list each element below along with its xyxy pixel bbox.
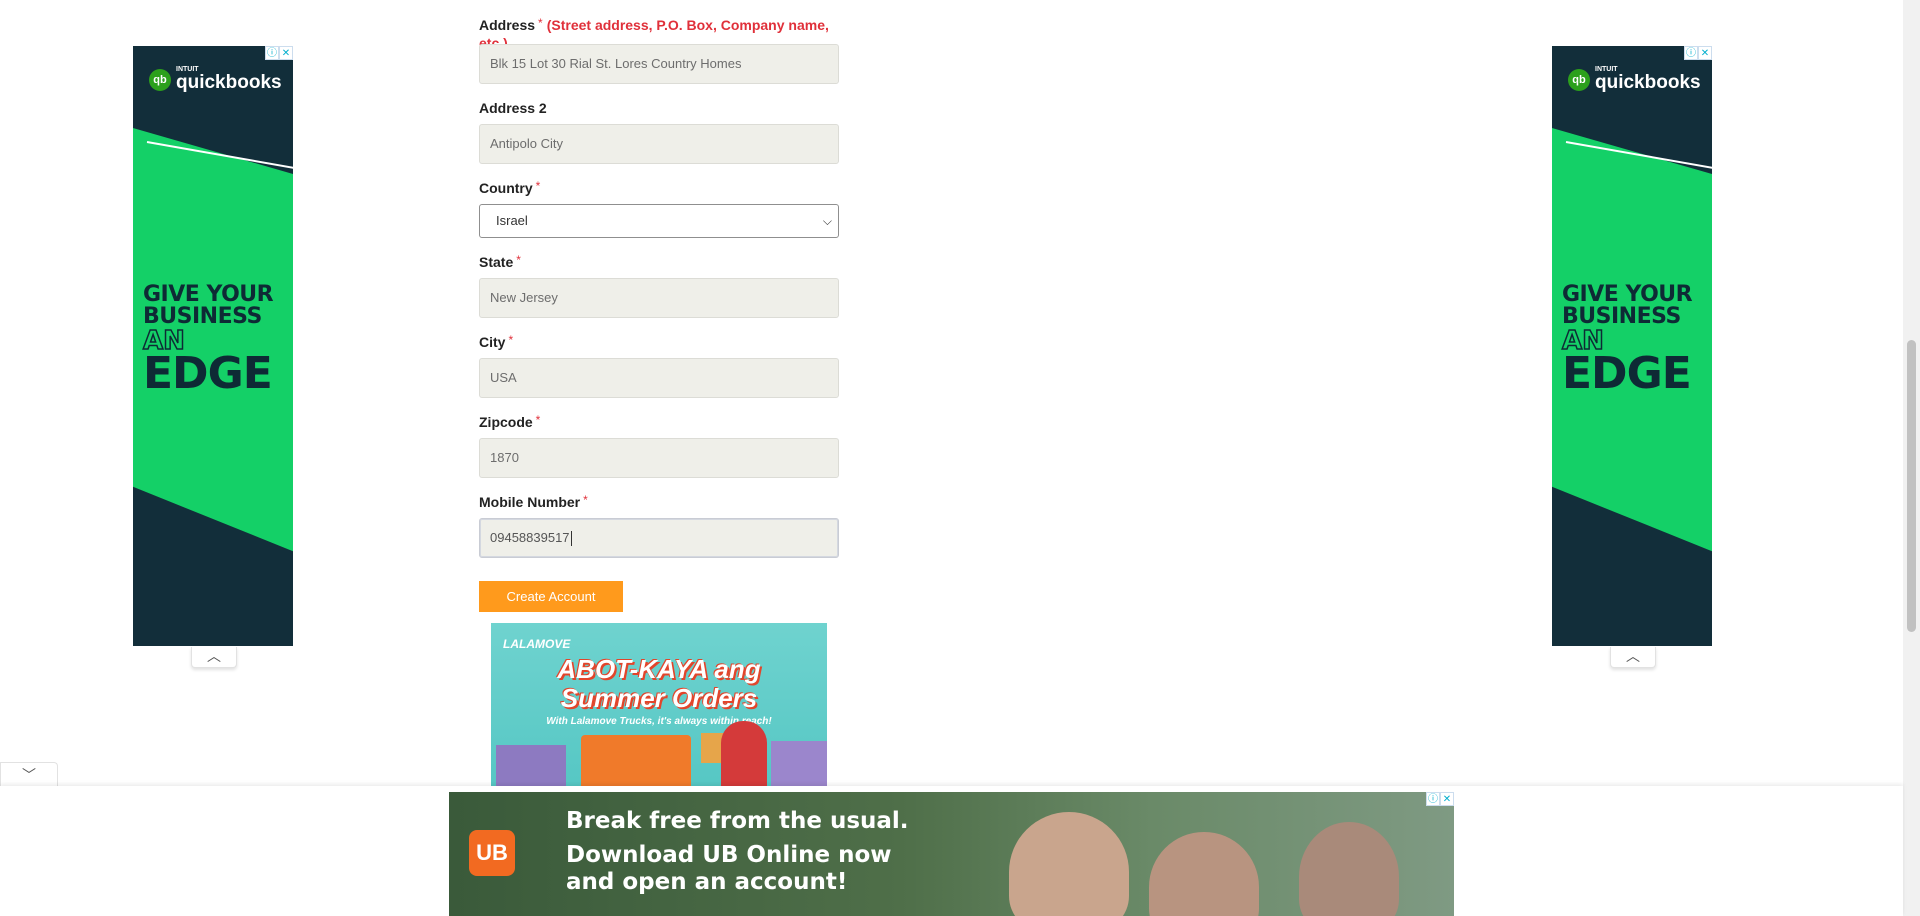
quickbooks-logo-icon: qb (1568, 68, 1590, 91)
quickbooks-brand: quickbooks (1595, 72, 1701, 93)
country-label: Country (479, 180, 533, 196)
ub-logo: UB (469, 830, 515, 876)
required-mark: * (583, 493, 588, 507)
page: qb INTUIT quickbooks GIVE YOUR BUSINESS … (0, 0, 1920, 916)
ub-ad-line1: Break free from the usual. (566, 808, 909, 834)
person-illustration (1009, 812, 1129, 916)
quickbooks-brand: quickbooks (176, 72, 282, 93)
city-field-group: City * (479, 333, 839, 352)
ad-close-icon[interactable]: ✕ (1440, 792, 1454, 806)
lalamove-logo: LALAMOVE (503, 637, 571, 651)
required-mark: * (508, 333, 514, 347)
quickbooks-side-ad-right[interactable]: qb INTUIT quickbooks GIVE YOUR BUSINESS … (1552, 46, 1712, 646)
person-illustration (721, 721, 767, 786)
mobile-number-input[interactable]: 09458839517 (479, 518, 839, 558)
ad-copy-line1: GIVE YOUR (143, 282, 274, 307)
country-field-group: Country * (479, 179, 839, 198)
country-select[interactable]: Israel ⌵ (479, 204, 839, 238)
ad-copy-line1: GIVE YOUR (1562, 282, 1693, 307)
zipcode-label: Zipcode (479, 414, 533, 430)
ad-copy-line2: BUSINESS (1562, 304, 1681, 329)
mobile-number-value: 09458839517 (490, 530, 570, 545)
chevron-down-icon: ⌵ (822, 214, 832, 228)
zipcode-input[interactable]: 1870 (479, 438, 839, 478)
lalamove-headline-2: Summer Orders (560, 683, 758, 713)
ub-ad-line2: Download UB Online now (566, 842, 892, 868)
text-caret (570, 531, 572, 547)
ub-ad-line3: and open an account! (566, 869, 848, 895)
required-mark: * (538, 16, 543, 30)
ad-copy: GIVE YOUR BUSINESS AN EDGE (142, 282, 274, 399)
quickbooks-logo: qb INTUIT quickbooks (1568, 66, 1701, 93)
address2-label: Address 2 (479, 100, 547, 116)
required-mark: * (535, 413, 541, 427)
city-input[interactable]: USA (479, 358, 839, 398)
person-illustration (1299, 822, 1399, 916)
scrollbar-thumb[interactable] (1907, 340, 1916, 632)
quickbooks-logo: qb INTUIT quickbooks (149, 66, 282, 93)
ad-copy-line4: EDGE (1562, 348, 1692, 399)
chevron-up-icon: ︿ (207, 648, 221, 664)
right-ad-collapse-button[interactable]: ︿ (1610, 647, 1656, 668)
ad-close-icon[interactable]: ✕ (279, 46, 293, 60)
country-selected-value: Israel (496, 213, 528, 228)
page-scrollbar[interactable] (1903, 0, 1920, 916)
address-input[interactable]: Blk 15 Lot 30 Rial St. Lores Country Hom… (479, 44, 839, 84)
city-label: City (479, 334, 506, 350)
quickbooks-logo-icon: qb (149, 68, 171, 91)
ad-controls: ⓘ ✕ (1426, 792, 1454, 806)
person-illustration (1149, 832, 1259, 916)
required-mark: * (535, 179, 541, 193)
lalamove-headline-1: ABOT-KAYA ang (557, 654, 761, 684)
address2-input[interactable]: Antipolo City (479, 124, 839, 164)
address2-field-group: Address 2 (479, 99, 839, 118)
building-illustration (771, 741, 827, 786)
lalamove-ad[interactable]: LALAMOVE ABOT-KAYA ang Summer Orders Wit… (491, 623, 827, 786)
ad-info-icon[interactable]: ⓘ (265, 46, 279, 60)
ad-copy-line2: BUSINESS (143, 304, 262, 329)
lalamove-tagline: With Lalamove Trucks, it's always within… (546, 716, 772, 727)
state-input[interactable]: New Jersey (479, 278, 839, 318)
state-label: State (479, 254, 514, 270)
left-ad-collapse-button[interactable]: ︿ (191, 647, 237, 668)
mobile-field-group: Mobile Number * (479, 493, 839, 512)
mobile-label: Mobile Number (479, 494, 581, 510)
ad-controls: ⓘ ✕ (1684, 46, 1712, 60)
ad-info-icon[interactable]: ⓘ (1426, 792, 1440, 806)
chevron-up-icon: ︿ (1626, 648, 1640, 664)
create-account-button[interactable]: Create Account (479, 581, 623, 612)
address-label: Address (479, 17, 536, 33)
building-illustration (496, 745, 566, 786)
required-mark: * (516, 253, 521, 267)
ad-close-icon[interactable]: ✕ (1698, 46, 1712, 60)
chevron-down-icon: ﹀ (22, 767, 36, 783)
truck-illustration (581, 735, 691, 786)
ub-online-ad[interactable]: UB Break free from the usual. Download U… (449, 792, 1454, 916)
anchor-ad-toggle-button[interactable]: ﹀ (0, 762, 58, 787)
ad-copy-line4: EDGE (143, 348, 273, 399)
state-field-group: State * (479, 253, 839, 272)
zipcode-field-group: Zipcode * (479, 413, 839, 432)
quickbooks-side-ad-left[interactable]: qb INTUIT quickbooks GIVE YOUR BUSINESS … (133, 46, 293, 646)
ad-copy: GIVE YOUR BUSINESS AN EDGE (1561, 282, 1693, 399)
ad-info-icon[interactable]: ⓘ (1684, 46, 1698, 60)
ad-controls: ⓘ ✕ (265, 46, 293, 60)
